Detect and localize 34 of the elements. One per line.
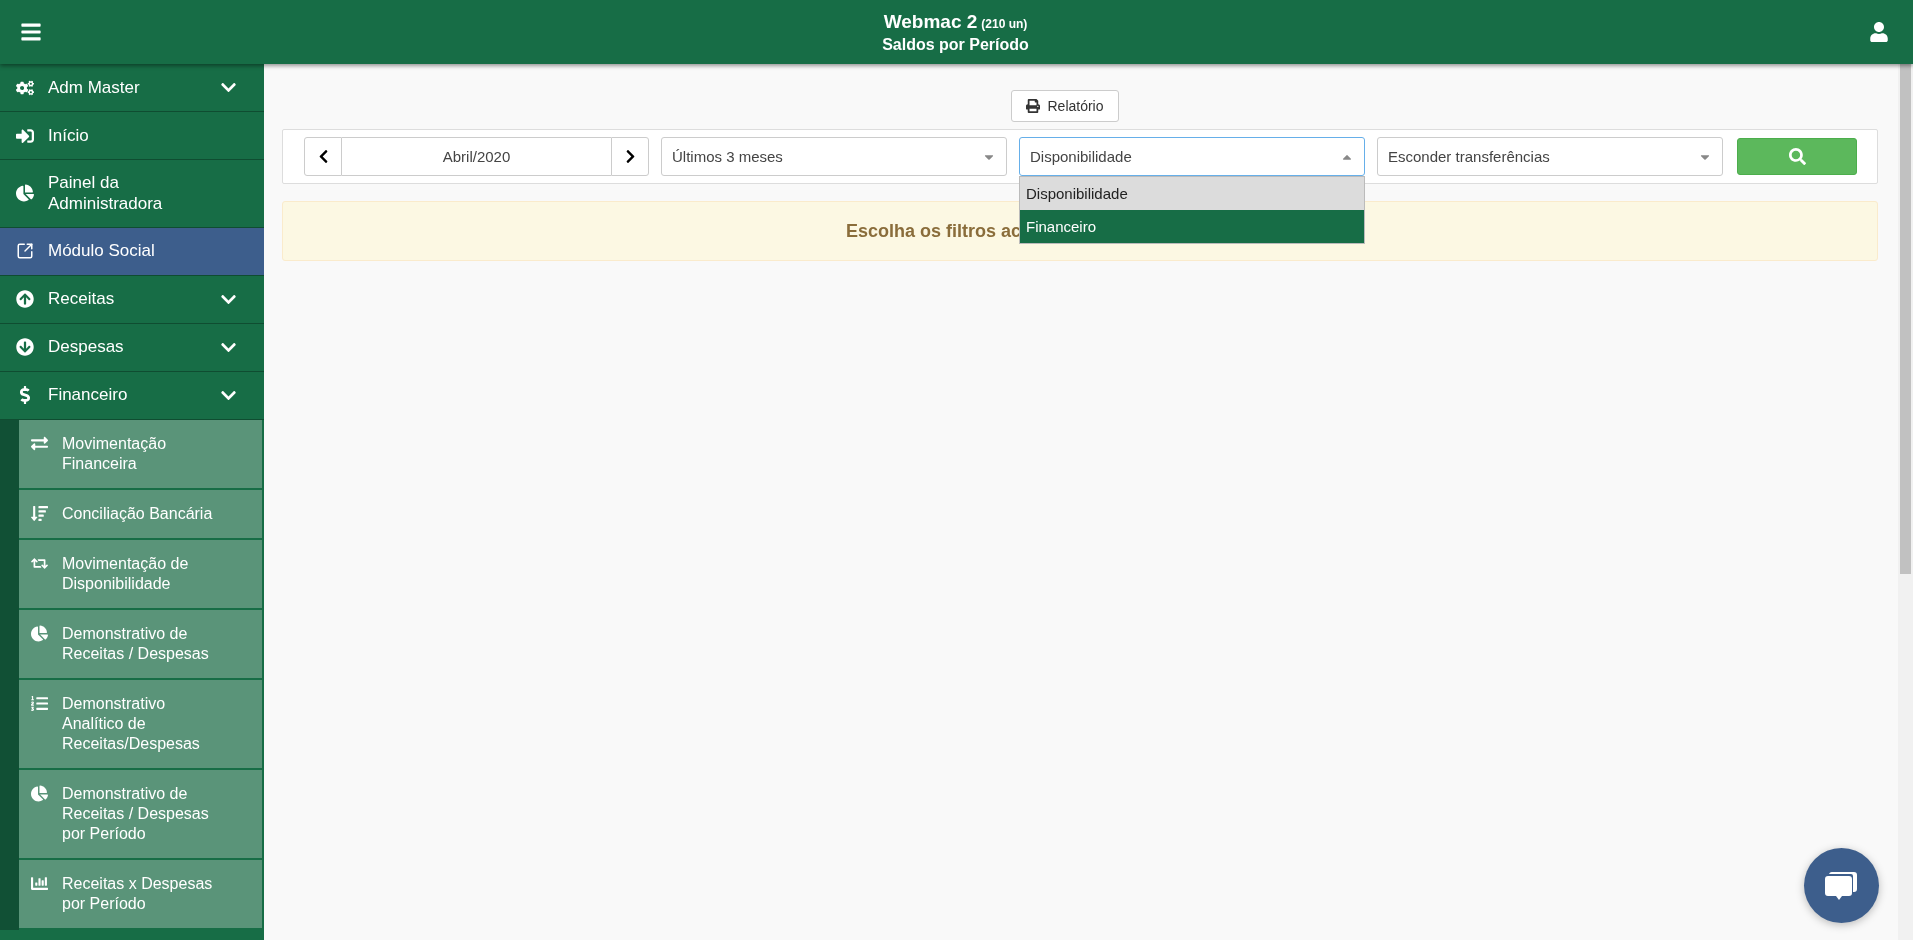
unit-count: (210 un) xyxy=(981,16,1028,31)
submenu-item[interactable]: Demonstrativo de Receitas / Despesas xyxy=(19,609,264,680)
menu-button[interactable] xyxy=(20,21,42,43)
gears-icon xyxy=(14,78,36,97)
printer-icon xyxy=(1026,99,1041,113)
select-field[interactable]: Esconder transferências xyxy=(1377,137,1723,176)
previous-month-button[interactable] xyxy=(304,137,342,176)
submenu-item[interactable]: Receitas x Despesas por Período xyxy=(19,859,264,930)
submenu-item[interactable]: Movimentação Financeira xyxy=(19,419,264,490)
pie-chart-icon xyxy=(14,184,36,203)
submenu-item[interactable]: Demonstrativo Analítico de Receitas/Despesas xyxy=(19,679,264,770)
submenu-item[interactable]: Movimentação de Disponibilidade xyxy=(19,539,264,610)
page-title: Saldos por Período xyxy=(882,35,1029,54)
report-button[interactable]: Relatório xyxy=(1011,90,1119,122)
next-month-button[interactable] xyxy=(611,137,649,176)
scrollbar[interactable] xyxy=(1898,64,1913,940)
sidebar-item[interactable]: Módulo Social xyxy=(0,227,264,276)
alert-text: Escolha os filtros ac xyxy=(844,220,1021,242)
chat-button[interactable] xyxy=(1804,848,1879,923)
select-field[interactable]: Disponibilidade xyxy=(1019,137,1365,176)
numbered-list-icon xyxy=(28,693,50,712)
dropdown-option[interactable]: Financeiro xyxy=(1020,210,1364,243)
user-icon[interactable] xyxy=(1869,22,1889,42)
pie-chart-icon xyxy=(28,623,50,642)
sort-icon xyxy=(28,503,50,522)
pie-chart-icon xyxy=(28,783,50,802)
app-title: Webmac 2 xyxy=(883,10,978,33)
submenu-item[interactable]: Conciliação Bancária xyxy=(19,489,264,540)
search-icon xyxy=(1788,148,1806,165)
submenu-item[interactable]: Demonstrativo de Receitas / Despesas por Período xyxy=(19,769,264,860)
month-field[interactable]: Abril/2020 xyxy=(342,137,611,176)
dropdown-option[interactable]: Disponibilidade xyxy=(1020,177,1364,210)
select-field[interactable]: Últimos 3 meses xyxy=(661,137,1007,176)
sign-in-icon xyxy=(14,126,36,145)
